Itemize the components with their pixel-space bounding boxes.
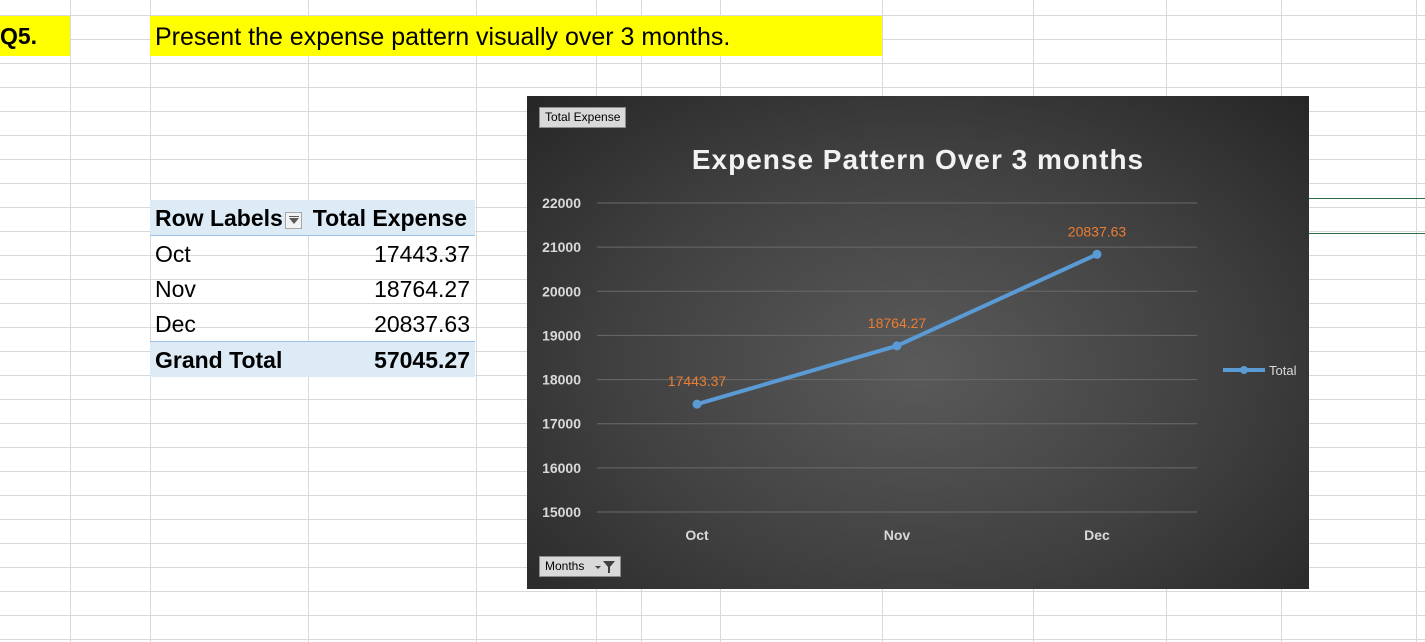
question-number: Q5. xyxy=(0,16,70,56)
grid-row-line xyxy=(0,63,1425,64)
table-row: Dec 20837.63 xyxy=(150,306,475,341)
data-label: 20837.63 xyxy=(1068,223,1127,239)
grand-total-row: Grand Total 57045.27 xyxy=(150,341,475,377)
table-row: Nov 18764.27 xyxy=(150,271,475,306)
legend-label: Total xyxy=(1269,363,1297,378)
grid-column-line xyxy=(70,0,71,642)
y-tick-label: 21000 xyxy=(542,239,581,255)
row-value: 18764.27 xyxy=(374,276,470,302)
grid-row-line xyxy=(0,591,1425,592)
row-label: Nov xyxy=(155,276,196,302)
y-tick-label: 15000 xyxy=(542,504,581,520)
x-tick-label: Dec xyxy=(1084,527,1110,543)
y-tick-label: 16000 xyxy=(542,460,581,476)
row-label: Dec xyxy=(155,311,196,337)
border-line xyxy=(1307,198,1425,199)
data-point xyxy=(692,399,702,409)
data-point xyxy=(892,341,902,351)
border-line xyxy=(1307,233,1425,234)
x-tick-label: Nov xyxy=(884,527,911,543)
grand-total-label: Grand Total xyxy=(155,347,283,373)
table-row: Oct 17443.37 xyxy=(150,236,475,271)
pivot-header-row: Row Labels Total Expense xyxy=(150,200,475,236)
row-value: 17443.37 xyxy=(374,241,470,267)
total-expense-header: Total Expense xyxy=(312,205,467,231)
filter-dropdown-icon xyxy=(595,561,615,573)
grid-row-line xyxy=(0,615,1425,616)
row-value: 20837.63 xyxy=(374,311,470,337)
row-label: Oct xyxy=(155,241,191,267)
pivot-chart[interactable]: Total Expense Expense Pattern Over 3 mon… xyxy=(527,96,1309,589)
chart-plot-area: 15000 16000 17000 18000 19000 20000 21000 22000… xyxy=(542,195,1297,543)
grid-column-line xyxy=(476,0,477,642)
legend-marker xyxy=(1240,366,1248,374)
data-label: 17443.37 xyxy=(668,373,727,389)
axis-field-button[interactable]: Months xyxy=(539,556,621,577)
question-text: Present the expense pattern visually ove… xyxy=(150,16,882,56)
grid-row-line xyxy=(0,87,1425,88)
row-labels-header: Row Labels xyxy=(155,205,283,231)
y-tick-label: 18000 xyxy=(542,372,581,388)
y-tick-label: 22000 xyxy=(542,195,581,211)
grid-column-line xyxy=(1416,0,1417,642)
axis-field-label: Months xyxy=(545,559,585,573)
y-tick-label: 17000 xyxy=(542,416,581,432)
data-label: 18764.27 xyxy=(868,315,927,331)
y-tick-label: 20000 xyxy=(542,283,581,299)
x-tick-label: Oct xyxy=(685,527,709,543)
grand-total-value: 57045.27 xyxy=(374,347,470,373)
pivot-table: Row Labels Total Expense Oct 17443.37 No… xyxy=(150,200,475,377)
filter-icon xyxy=(289,216,299,224)
data-point xyxy=(1092,249,1102,259)
grid-row-line xyxy=(0,639,1425,640)
y-tick-label: 19000 xyxy=(542,327,581,343)
row-labels-filter-button[interactable] xyxy=(285,212,302,229)
